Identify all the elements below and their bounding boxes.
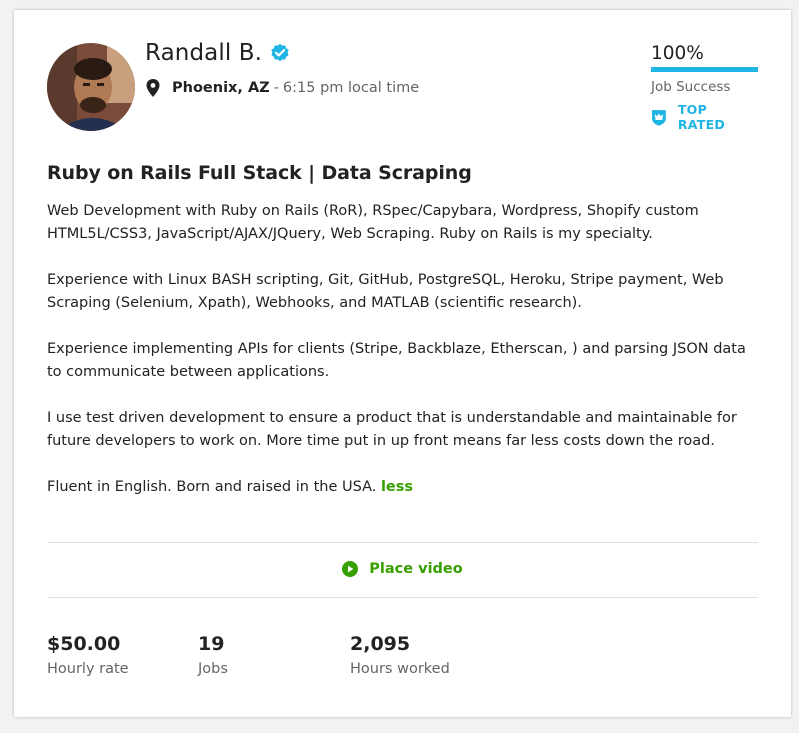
job-success-percent: 100% [651, 43, 704, 64]
job-success-bar [651, 67, 758, 72]
job-success-block: 100% Job Success TOP RATED [651, 43, 758, 132]
stat-label: Hours worked [350, 661, 450, 677]
overview-paragraph: Web Development with Ruby on Rails (RoR)… [47, 203, 699, 242]
profile-card: Randall B. Phoenix, AZ - 6:15 pm local t… [14, 10, 791, 717]
stat-value: 2,095 [350, 633, 411, 655]
overview-paragraph-last: Fluent in English. Born and raised in th… [47, 476, 747, 499]
video-row: Place video [14, 561, 791, 577]
stat-hours-worked: 2,095 Hours worked [350, 633, 450, 677]
top-rated-label: TOP RATED [677, 102, 726, 132]
overview-paragraph: Experience with Linux BASH scripting, Gi… [47, 272, 724, 311]
less-link[interactable]: less [381, 479, 413, 495]
place-video-button[interactable]: Place video [342, 561, 463, 577]
stat-jobs: 19 Jobs [198, 633, 228, 677]
job-success-bar-fill [651, 67, 758, 72]
divider [47, 597, 758, 598]
profile-photo [47, 43, 135, 131]
profile-title: Ruby on Rails Full Stack | Data Scraping [47, 162, 472, 184]
place-video-label: Place video [369, 561, 463, 577]
job-success-label: Job Success [651, 79, 731, 95]
stat-label: Hourly rate [47, 661, 129, 677]
top-rated-badge[interactable]: TOP RATED [651, 102, 758, 132]
stat-label: Jobs [198, 661, 228, 677]
profile-overview: Web Development with Ruby on Rails (RoR)… [47, 200, 747, 522]
top-rated-crown-icon [651, 109, 666, 126]
location-pin-icon [146, 79, 160, 97]
stat-value: $50.00 [47, 633, 121, 655]
location-row: Phoenix, AZ - 6:15 pm local time [146, 79, 419, 97]
divider [47, 542, 758, 543]
local-time: 6:15 pm local time [282, 80, 420, 96]
overview-paragraph: I use test driven development to ensure … [47, 410, 737, 449]
freelancer-name[interactable]: Randall B. [145, 40, 262, 66]
overview-paragraph-text: Fluent in English. Born and raised in th… [47, 479, 377, 495]
play-circle-icon [342, 561, 359, 577]
overview-paragraph: Experience implementing APIs for clients… [47, 341, 746, 380]
name-row: Randall B. [145, 40, 290, 66]
location-city: Phoenix, AZ [172, 80, 270, 96]
stat-hourly-rate: $50.00 Hourly rate [47, 633, 129, 677]
verified-check-icon [271, 43, 289, 62]
avatar[interactable] [47, 43, 135, 131]
stat-value: 19 [198, 633, 225, 655]
location-separator: - [273, 80, 279, 96]
